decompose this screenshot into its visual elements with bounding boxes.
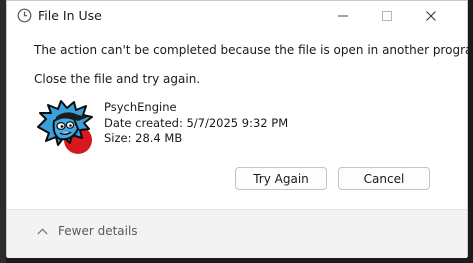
minimize-icon — [338, 6, 348, 25]
psych-engine-app-icon — [34, 97, 98, 159]
close-button[interactable] — [409, 1, 453, 29]
maximize-icon — [382, 6, 392, 25]
file-date-created: Date created: 5/7/2025 9:32 PM — [104, 115, 289, 130]
try-again-button[interactable]: Try Again — [235, 167, 327, 190]
primary-message: The action can't be completed because th… — [34, 43, 473, 57]
chevron-up-icon — [37, 224, 58, 238]
window-title: File In Use — [38, 8, 102, 23]
maximize-button[interactable] — [365, 1, 409, 29]
close-icon — [426, 6, 436, 25]
file-size: Size: 28.4 MB — [104, 131, 183, 145]
fewer-details-toggle[interactable]: Fewer details — [37, 224, 138, 238]
file-details: PsychEngine Date created: 5/7/2025 9:32 … — [104, 100, 288, 147]
file-in-use-dialog: File In Use The action can't be complete… — [6, 0, 473, 258]
details-footer: Fewer details — [7, 209, 467, 258]
cancel-button[interactable]: Cancel — [338, 167, 430, 190]
minimize-button[interactable] — [321, 1, 365, 29]
title-bar[interactable]: File In Use — [7, 1, 467, 31]
secondary-message: Close the file and try again. — [34, 72, 201, 86]
fewer-details-label: Fewer details — [58, 224, 138, 238]
file-name: PsychEngine — [104, 100, 177, 114]
clock-icon — [17, 8, 32, 23]
